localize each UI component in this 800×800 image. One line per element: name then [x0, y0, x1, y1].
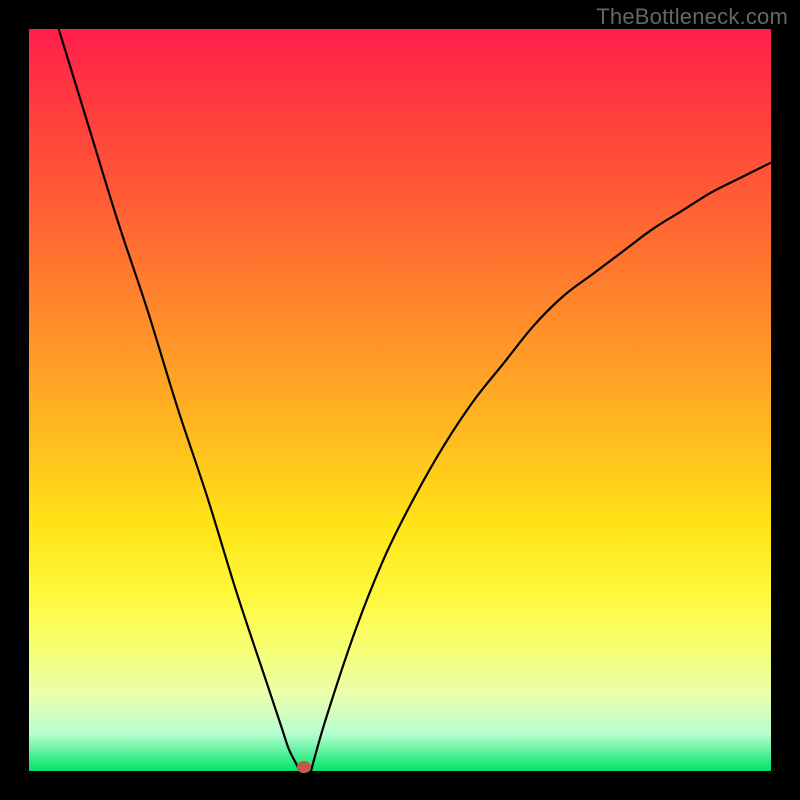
watermark-text: TheBottleneck.com: [596, 4, 788, 30]
curve-layer: [29, 29, 771, 771]
optimal-point-marker: [297, 761, 311, 773]
plot-area: [29, 29, 771, 771]
curve-left-branch: [59, 29, 300, 771]
curve-right-branch: [311, 163, 771, 771]
chart-frame: TheBottleneck.com: [0, 0, 800, 800]
